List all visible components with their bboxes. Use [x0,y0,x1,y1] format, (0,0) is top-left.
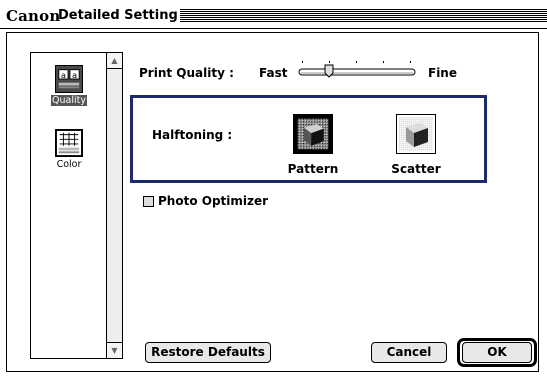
halftoning-option-scatter[interactable]: Scatter [387,114,445,176]
category-scrollbar[interactable]: ▲ ▼ [106,53,122,358]
photo-optimizer-label: Photo Optimizer [158,194,269,208]
title-bar-stripes [180,9,547,22]
scatter-label: Scatter [391,162,441,176]
photo-optimizer-checkbox[interactable] [143,195,154,207]
slider-track [298,68,416,76]
pattern-cube-icon[interactable] [293,114,333,154]
category-label-quality: Quality [51,95,87,106]
scroll-up-arrow-icon[interactable]: ▲ [107,53,122,69]
photo-optimizer-option[interactable]: Photo Optimizer [143,194,268,208]
cancel-button[interactable]: Cancel [371,342,447,363]
title-bar[interactable]: Canon Detailed Setting [0,0,547,30]
color-icon [55,129,83,157]
category-list-items: a a Quality Color [31,53,107,358]
category-list[interactable]: a a Quality Color ▲ ▼ [30,52,123,359]
category-item-color[interactable]: Color [37,129,101,170]
halftoning-label: Halftoning : [152,128,233,142]
print-quality-max-label: Fine [428,66,457,80]
svg-text:a: a [61,70,66,80]
window-title: Detailed Setting [58,8,178,23]
scroll-down-arrow-icon[interactable]: ▼ [107,342,122,358]
category-item-quality[interactable]: a a Quality [37,65,101,106]
restore-defaults-button[interactable]: Restore Defaults [145,342,271,363]
ok-button[interactable]: OK [462,342,532,363]
brand-logo: Canon [6,7,61,25]
print-quality-label: Print Quality : [139,66,234,80]
print-quality-min-label: Fast [259,66,288,80]
pattern-label: Pattern [287,162,339,176]
halftoning-option-pattern[interactable]: Pattern [287,114,339,176]
title-divider [0,28,547,29]
category-label-color: Color [56,159,82,170]
print-quality-slider[interactable] [296,60,418,84]
quality-icon: a a [55,65,83,93]
scatter-cube-icon[interactable] [396,114,436,154]
svg-text:a: a [72,70,77,80]
